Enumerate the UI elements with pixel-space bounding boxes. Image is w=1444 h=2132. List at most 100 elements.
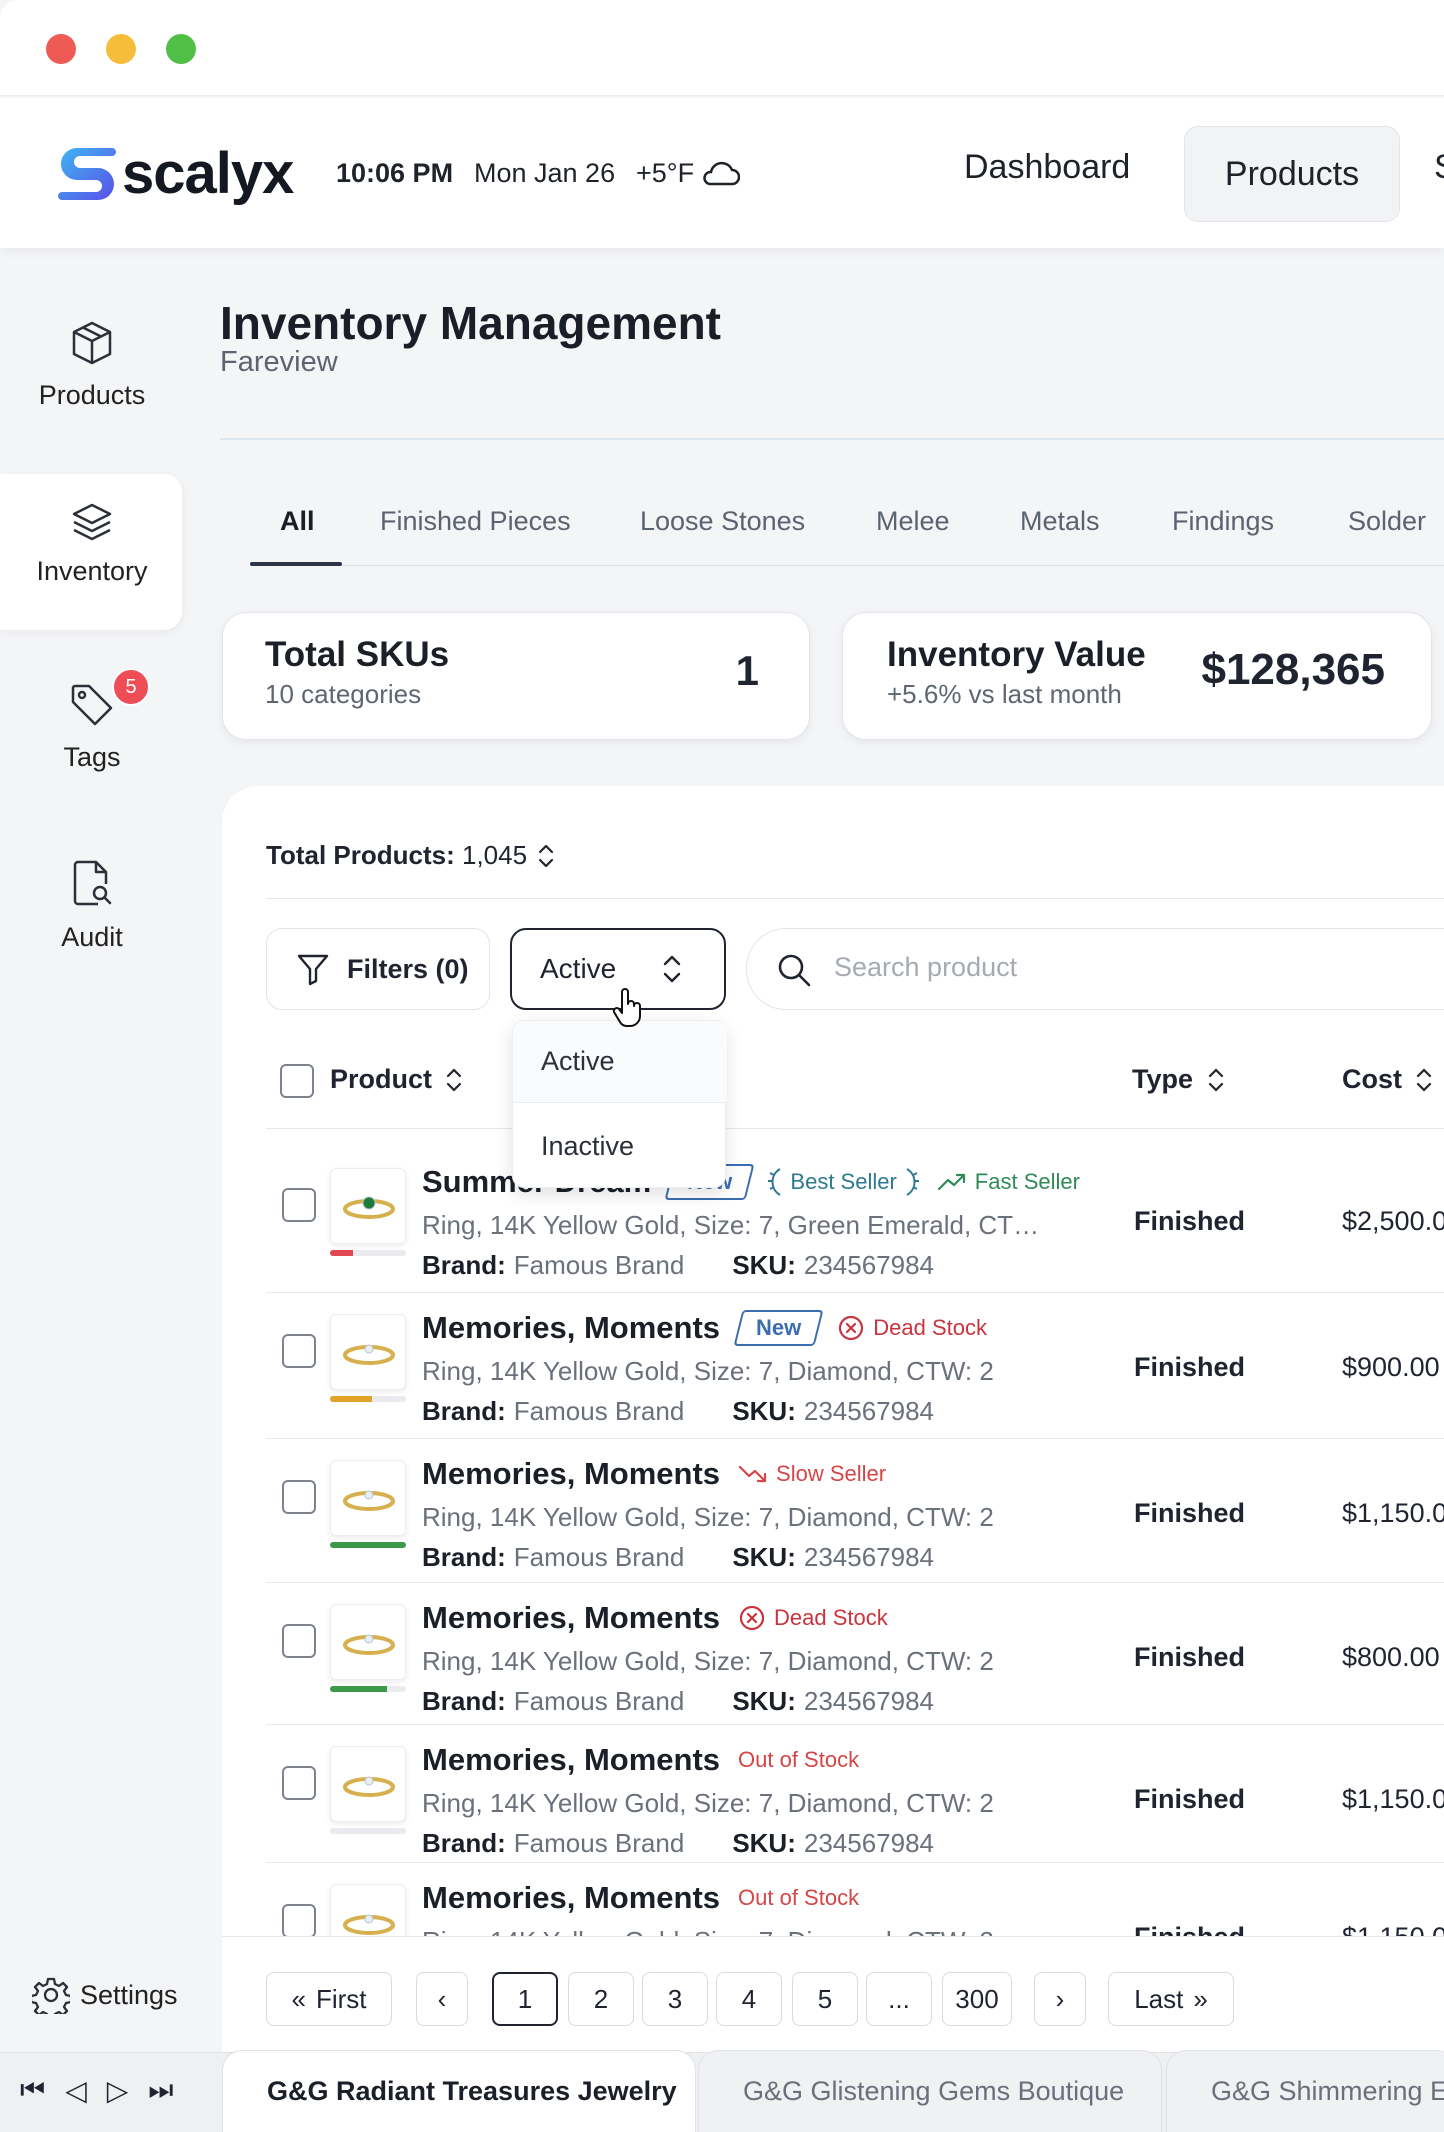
brand-label: Brand:	[422, 1828, 506, 1858]
settings-label: Settings	[80, 1979, 178, 2010]
sku-label: SKU:	[732, 1686, 796, 1716]
status-tag: Dead Stock	[837, 1314, 987, 1342]
page-button-1[interactable]: 1	[492, 1972, 558, 2026]
page-button-300[interactable]: 300	[942, 1972, 1012, 2026]
row-checkbox[interactable]	[282, 1480, 316, 1514]
sku-label: SKU:	[732, 1396, 796, 1426]
product-cost: $1,150.0	[1342, 1922, 1444, 1936]
table-row[interactable]: Memories, Moments New Dead Stock Ring, 14K …	[0, 1296, 1444, 1439]
laurel-icon	[905, 1167, 919, 1197]
first-label: First	[315, 1983, 367, 2014]
row-checkbox[interactable]	[282, 1188, 316, 1222]
page-button-2[interactable]: 2	[568, 1972, 634, 2026]
table-row[interactable]: Memories, Moments Out of Stock Ring, 14K Y…	[0, 1866, 1444, 1936]
page-button-4[interactable]: 4	[716, 1972, 782, 2026]
media-controls: ⏮ ◁ ▷ ⏭	[20, 2074, 174, 2107]
brand-value: Famous Brand	[513, 1828, 685, 1858]
brand-value: Famous Brand	[513, 1686, 685, 1716]
double-chevron-right-icon: »	[1193, 1983, 1208, 2014]
product-title-line: Memories, Moments New Dead Stock	[422, 1310, 987, 1346]
status-tag: Best Seller	[768, 1167, 919, 1197]
sku-value: 234567984	[803, 1686, 935, 1716]
row-checkbox[interactable]	[282, 1904, 316, 1936]
row-checkbox[interactable]	[282, 1334, 316, 1368]
product-thumbnail[interactable]	[330, 1460, 406, 1536]
store-tab-shimmering[interactable]: G&G Shimmering El	[1166, 2050, 1444, 2132]
product-title-line: Memories, Moments Out of Stock	[422, 1742, 859, 1778]
sku-value: 234567984	[803, 1542, 935, 1572]
product-meta: Brand: Famous Brand SKU: 234567984	[422, 1828, 934, 1859]
status-tag: Dead Stock	[738, 1604, 888, 1632]
product-name[interactable]: Memories, Moments	[422, 1742, 720, 1778]
row-checkbox[interactable]	[282, 1766, 316, 1800]
sku-value: 234567984	[803, 1250, 935, 1280]
brand-value: Famous Brand	[513, 1542, 685, 1572]
page-button-3[interactable]: 3	[642, 1972, 708, 2026]
product-meta: Brand: Famous Brand SKU: 234567984	[422, 1686, 934, 1717]
chevron-right-icon: ›	[1055, 1983, 1065, 2014]
product-meta: Brand: Famous Brand SKU: 234567984	[422, 1250, 934, 1281]
skip-back-icon[interactable]: ⏮	[20, 2074, 45, 2107]
product-meta: Brand: Famous Brand SKU: 234567984	[422, 1542, 934, 1573]
product-thumbnail[interactable]	[330, 1314, 406, 1390]
brand-label: Brand:	[422, 1542, 506, 1572]
product-type: Finished	[1134, 1784, 1246, 1814]
row-divider	[266, 1292, 1444, 1293]
product-type: Finished	[1134, 1642, 1246, 1672]
triangle-left-icon[interactable]: ◁	[65, 2074, 87, 2107]
tag-label: New	[756, 1315, 802, 1340]
prev-page-button[interactable]: ‹	[416, 1972, 468, 2026]
last-page-button[interactable]: Last »	[1108, 1972, 1234, 2026]
store-tab-radiant[interactable]: G&G Radiant Treasures Jewelry	[222, 2050, 696, 2132]
product-description: Ring, 14K Yellow Gold, Size: 7, Diamond,…	[422, 1788, 994, 1818]
product-title-line: Memories, Moments Dead Stock	[422, 1600, 888, 1636]
product-cost: $900.00	[1342, 1352, 1440, 1382]
store-tab-glistening[interactable]: G&G Glistening Gems Boutique	[698, 2050, 1162, 2132]
x-circle-icon	[837, 1314, 865, 1342]
product-type: Finished	[1134, 1922, 1245, 1936]
product-cost: $2,500.0	[1342, 1206, 1444, 1236]
product-cost: $1,150.0	[1342, 1784, 1444, 1814]
product-meta: Brand: Famous Brand SKU: 234567984	[422, 1396, 934, 1427]
sidebar-settings[interactable]: Settings	[32, 1976, 178, 2014]
product-name[interactable]: Memories, Moments	[422, 1310, 720, 1346]
table-row[interactable]: Memories, Moments Dead Stock Ring, 14K Yel…	[0, 1586, 1444, 1726]
product-title-line: Memories, Moments Slow Seller	[422, 1456, 886, 1492]
product-name[interactable]: Memories, Moments	[422, 1600, 720, 1636]
brand-label: Brand:	[422, 1250, 506, 1280]
product-name[interactable]: Memories, Moments	[422, 1456, 720, 1492]
trend-up-icon	[937, 1172, 967, 1192]
skip-forward-icon[interactable]: ⏭	[148, 2074, 173, 2107]
product-thumbnail[interactable]	[330, 1168, 406, 1244]
dropdown-option-active[interactable]: Active	[513, 1021, 727, 1103]
product-description: Ring, 14K Yellow Gold, Size: 7, Green Em…	[422, 1210, 1040, 1240]
tag-label: Dead Stock	[774, 1605, 888, 1630]
triangle-right-icon[interactable]: ▷	[107, 2074, 129, 2107]
dropdown-option-inactive[interactable]: Inactive	[513, 1105, 727, 1187]
row-divider	[266, 1438, 1444, 1439]
last-label: Last	[1134, 1983, 1184, 2014]
row-divider	[266, 1724, 1444, 1725]
product-description: Ring, 14K Yellow Gold, Size: 7, Diamond,…	[422, 1502, 994, 1532]
stock-level-bar	[330, 1828, 406, 1834]
product-thumbnail[interactable]	[330, 1604, 406, 1680]
row-divider	[266, 1582, 1444, 1583]
tag-label: Out of Stock	[738, 1885, 860, 1910]
product-thumbnail[interactable]	[330, 1746, 406, 1822]
status-tag: Out of Stock	[738, 1885, 859, 1911]
sku-label: SKU:	[732, 1250, 796, 1280]
stock-level-bar	[330, 1542, 406, 1548]
product-description: Ring, 14K Yellow Gold, Size: 7, Diamond,…	[422, 1646, 994, 1676]
table-row[interactable]: Memories, Moments Out of Stock Ring, 14K Y…	[0, 1728, 1444, 1868]
table-row[interactable]: Memories, Moments Slow Seller Ring, 14K Ye…	[0, 1442, 1444, 1583]
page-button-5[interactable]: 5	[792, 1972, 858, 2026]
product-thumbnail[interactable]	[330, 1884, 406, 1936]
row-checkbox[interactable]	[282, 1624, 316, 1658]
product-name[interactable]: Memories, Moments	[422, 1880, 720, 1916]
product-description: Ring, 14K Yellow Gold, Size: 7, Diamond,…	[422, 1356, 994, 1386]
x-circle-icon	[738, 1604, 766, 1632]
next-page-button[interactable]: ›	[1034, 1972, 1086, 2026]
brand-label: Brand:	[422, 1686, 506, 1716]
first-page-button[interactable]: « First	[266, 1972, 392, 2026]
sku-value: 234567984	[803, 1396, 935, 1426]
